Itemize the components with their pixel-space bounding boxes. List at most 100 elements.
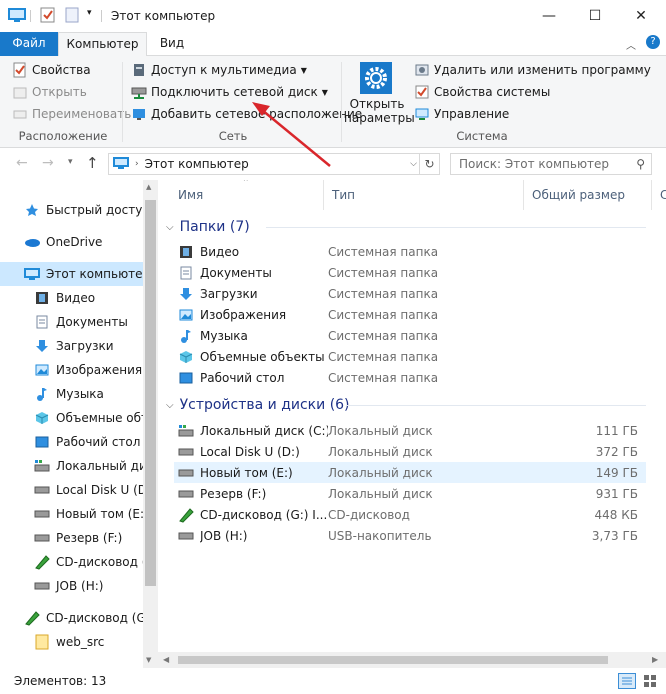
sidebar-item-pictures[interactable]: Изображения (0, 358, 143, 382)
cd-drive-icon (34, 554, 50, 570)
close-button[interactable]: ✕ (618, 0, 664, 32)
list-item[interactable]: Резерв (F:) Локальный диск 931 ГБ (174, 483, 646, 504)
sidebar-scrollbar-thumb[interactable] (145, 200, 156, 586)
group-header-folders[interactable]: ⌵ Папки (7) (166, 216, 646, 238)
folder-icon (34, 634, 50, 650)
open-button[interactable]: Открыть (12, 82, 87, 102)
column-name[interactable]: Имя (170, 180, 324, 210)
list-item[interactable]: Музыка Системная папка (174, 325, 646, 346)
details-view-icon[interactable] (618, 673, 636, 689)
scroll-left-icon[interactable]: ◀ (163, 655, 169, 664)
drive-icon (178, 486, 194, 502)
recent-locations-icon[interactable]: ▾ (68, 157, 73, 167)
list-item[interactable]: Видео Системная папка (174, 241, 646, 262)
properties-quick-icon[interactable] (40, 7, 56, 23)
scroll-up-icon[interactable]: ▲ (146, 183, 151, 191)
drive-icon (178, 444, 194, 460)
search-placeholder: Поиск: Этот компьютер (459, 157, 610, 171)
breadcrumb[interactable]: Этот компьютер (145, 157, 249, 171)
sidebar-item-drive-e[interactable]: Новый том (E:) (0, 502, 143, 526)
address-bar[interactable]: › Этот компьютер ⌵ ↻ (108, 153, 440, 175)
tab-view[interactable]: Вид (147, 32, 197, 56)
media-access-button[interactable]: Доступ к мультимедиа ▼ (131, 60, 307, 80)
map-network-drive-button[interactable]: Подключить сетевой диск ▼ (131, 82, 328, 102)
network-location-icon (131, 106, 147, 122)
help-icon[interactable]: ? (646, 35, 660, 49)
list-item[interactable]: Документы Системная папка (174, 262, 646, 283)
forward-arrow-icon[interactable]: → (42, 155, 54, 171)
star-icon (24, 202, 40, 218)
cloud-icon (24, 234, 40, 250)
back-arrow-icon[interactable]: ← (16, 155, 28, 171)
drive-icon (178, 465, 194, 481)
column-free-space[interactable]: С (652, 180, 666, 210)
rename-button[interactable]: Переименовать (12, 104, 131, 124)
tab-computer[interactable]: Компьютер (58, 32, 147, 57)
sidebar-item-web-src[interactable]: web_src (0, 630, 143, 654)
list-item[interactable]: Локальный диск (C:) Локальный диск 111 Г… (174, 420, 646, 441)
manage-button[interactable]: Управление (414, 104, 509, 124)
scroll-down-icon[interactable]: ▼ (146, 656, 151, 664)
system-drive-icon (178, 423, 194, 439)
content-horizontal-scrollbar-thumb[interactable] (178, 656, 608, 664)
chevron-down-icon: ⌵ (166, 221, 174, 233)
open-settings-button[interactable]: Открыть параметры (344, 60, 415, 125)
column-type[interactable]: Тип (324, 180, 524, 210)
properties-icon (12, 62, 28, 78)
sidebar-item-cd-drive-root[interactable]: CD-дисковод (G:) (0, 606, 143, 630)
maximize-button[interactable]: ☐ (572, 0, 618, 32)
add-network-location-button[interactable]: Добавить сетевое расположение (131, 104, 362, 124)
music-icon (178, 328, 194, 344)
list-item[interactable]: Новый том (E:) Локальный диск 149 ГБ (174, 462, 646, 483)
tab-file[interactable]: Файл (0, 32, 58, 56)
list-item[interactable]: Изображения Системная папка (174, 304, 646, 325)
sidebar-item-onedrive[interactable]: OneDrive (0, 230, 143, 254)
list-item[interactable]: CD-дисковод (G:) I... CD-дисковод 448 КБ (174, 504, 646, 525)
sidebar-item-quick-access[interactable]: Быстрый доступ (0, 198, 143, 222)
minimize-button[interactable]: — (526, 0, 572, 32)
column-total-size[interactable]: Общий размер (524, 180, 652, 210)
system-properties-label: Свойства системы (434, 85, 551, 99)
group-header-devices[interactable]: ⌵ Устройства и диски (6) (166, 394, 646, 416)
refresh-icon[interactable]: ↻ (419, 154, 439, 174)
breadcrumb-chevron-icon[interactable]: › (135, 159, 139, 169)
list-item[interactable]: Local Disk U (D:) Локальный диск 372 ГБ (174, 441, 646, 462)
sidebar-item-3d-objects[interactable]: Объемные объекты (0, 406, 143, 430)
system-properties-button[interactable]: Свойства системы (414, 82, 550, 102)
sidebar-item-video[interactable]: Видео (0, 286, 143, 310)
sidebar-item-drive-c[interactable]: Локальный диск (C:) (0, 454, 143, 478)
sidebar-item-drive-d[interactable]: Local Disk U (D:) (0, 478, 143, 502)
sidebar-item-downloads[interactable]: Загрузки (0, 334, 143, 358)
map-network-drive-label: Подключить сетевой диск (151, 85, 318, 99)
up-arrow-icon[interactable]: ↑ (86, 154, 99, 172)
list-item[interactable]: Рабочий стол Системная папка (174, 367, 646, 388)
sidebar-item-drive-g[interactable]: CD-дисковод (G:) (0, 550, 143, 574)
sidebar-item-drive-h[interactable]: JOB (H:) (0, 574, 143, 598)
downloads-icon (178, 286, 194, 302)
usb-drive-icon (178, 528, 194, 544)
sidebar-item-music[interactable]: Музыка (0, 382, 143, 406)
list-item[interactable]: Загрузки Системная папка (174, 283, 646, 304)
list-item[interactable]: JOB (H:) USB-накопитель 3,73 ГБ (174, 525, 646, 546)
network-group-label: Сеть (218, 129, 248, 143)
sidebar-item-documents[interactable]: Документы (0, 310, 143, 334)
uninstall-program-button[interactable]: Удалить или изменить программу (414, 60, 651, 80)
search-input[interactable]: Поиск: Этот компьютер ⚲ (450, 153, 652, 175)
open-label: Открыть (32, 85, 87, 99)
quick-access-dropdown-icon[interactable]: ▾ (87, 8, 97, 22)
properties-button[interactable]: Свойства (12, 60, 91, 80)
divider (341, 62, 342, 142)
sidebar-item-desktop[interactable]: Рабочий стол (0, 430, 143, 454)
media-server-icon (131, 62, 147, 78)
gear-icon (360, 62, 392, 94)
sidebar-item-this-pc[interactable]: Этот компьютер (0, 262, 143, 286)
status-bar: Элементов: 13 (0, 668, 666, 694)
3d-objects-icon (34, 410, 50, 426)
sidebar-item-drive-f[interactable]: Резерв (F:) (0, 526, 143, 550)
new-folder-quick-icon[interactable] (64, 7, 80, 23)
collapse-ribbon-icon[interactable]: ︿ (626, 37, 636, 52)
list-item[interactable]: Объемные объекты Системная папка (174, 346, 646, 367)
address-history-dropdown-icon[interactable]: ⌵ (410, 159, 417, 169)
scroll-right-icon[interactable]: ▶ (652, 655, 658, 664)
large-icons-view-icon[interactable] (642, 673, 658, 689)
